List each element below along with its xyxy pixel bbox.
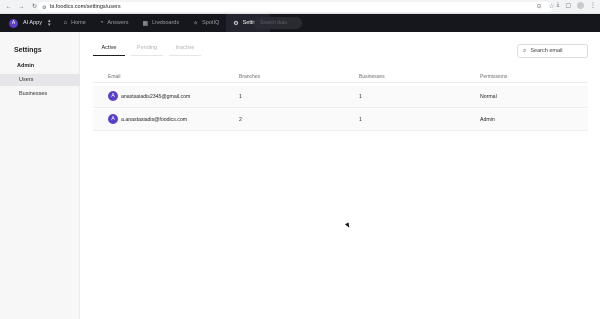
row-businesses: 1	[359, 94, 362, 100]
users-table-header: Email Branches Businesses Permissions	[93, 70, 588, 83]
row-email: a.anastasiadis@foodics.com	[121, 117, 188, 123]
avatar: A	[108, 91, 118, 101]
top-navigation: A AI Appy ▴ ▾ ⌂ Home ◔ Answers ▦ Liveboar…	[0, 14, 600, 32]
nav-home-label: Home	[71, 20, 86, 26]
table-row[interactable]: A anastasiadis2345@gmail.com 1 1 Normal	[93, 86, 588, 108]
nav-answers-label: Answers	[107, 20, 129, 26]
column-branches: Branches	[239, 74, 261, 80]
nav-liveboards-label: Liveboards	[152, 20, 180, 26]
url-text: bi.foodics.com/settings/users	[50, 4, 121, 10]
forward-icon[interactable]: →	[17, 2, 26, 11]
app-avatar: A	[9, 18, 18, 28]
sidebar-group-admin: Admin	[17, 63, 35, 69]
extensions-icon[interactable]: ▢	[565, 2, 571, 9]
sidebar-item-label: Businesses	[19, 91, 48, 97]
app-switcher[interactable]: A AI Appy ▴ ▾	[9, 18, 51, 28]
site-info-icon[interactable]: ⚙	[42, 5, 47, 11]
sidebar-title: Settings	[14, 47, 42, 54]
column-email: Email	[108, 74, 121, 80]
sparkle-icon: ✧	[193, 20, 199, 27]
address-bar[interactable]: ⚙ bi.foodics.com/settings/users	[38, 2, 553, 12]
row-businesses: 1	[359, 117, 362, 123]
browser-toolbar: ← → ↻ ⚙ bi.foodics.com/settings/users ⊙ …	[0, 0, 600, 14]
avatar: A	[108, 114, 118, 124]
row-branches: 1	[239, 94, 242, 100]
tab-inactive[interactable]: Inactive	[169, 45, 201, 56]
bookmark-star-icon[interactable]: ☆	[549, 3, 554, 10]
nav-home[interactable]: ⌂ Home	[56, 14, 92, 32]
home-icon: ⌂	[63, 20, 68, 26]
table-row[interactable]: A a.anastasiadis@foodics.com 2 1 Admin	[93, 109, 588, 131]
nav-liveboards[interactable]: ▦ Liveboards	[136, 14, 187, 32]
download-icon[interactable]: ⤓	[557, 2, 560, 9]
global-search-placeholder: Search data	[260, 20, 287, 26]
grid-icon: ▦	[142, 20, 149, 27]
tab-active[interactable]: Active	[93, 45, 125, 56]
column-businesses: Businesses	[359, 74, 385, 80]
sidebar-item-label: Users	[19, 77, 34, 83]
global-search-input[interactable]: Search data	[254, 17, 302, 29]
sidebar-item-businesses[interactable]: Businesses	[0, 88, 80, 100]
column-permissions: Permissions	[480, 74, 508, 80]
row-permissions: Admin	[480, 117, 495, 123]
gear-icon: ⚙	[233, 20, 239, 27]
status-tabs: Active Pending Inactive	[93, 45, 201, 56]
settings-sidebar: Settings Admin Users Businesses	[0, 32, 80, 319]
row-permissions: Normal	[480, 94, 497, 100]
mouse-cursor	[345, 222, 351, 229]
back-icon[interactable]: ←	[4, 2, 13, 11]
search-email-input[interactable]: ⌕ Search email	[517, 44, 588, 58]
row-branches: 2	[239, 117, 242, 123]
menu-kebab-icon[interactable]: ⋮	[590, 2, 596, 9]
extension-icon[interactable]: ⊙	[537, 3, 542, 10]
sidebar-item-users[interactable]: Users	[0, 74, 80, 86]
search-icon: ⌕	[523, 47, 527, 54]
tab-pending[interactable]: Pending	[131, 45, 163, 56]
nav-answers[interactable]: ◔ Answers	[93, 14, 136, 32]
chat-icon: ◔	[99, 20, 104, 26]
nav-spotiq[interactable]: ✧ SpotIQ	[186, 14, 226, 32]
app-name: AI Appy	[23, 20, 42, 26]
search-email-placeholder: Search email	[530, 48, 563, 54]
profile-avatar[interactable]	[577, 2, 584, 9]
nav-spotiq-label: SpotIQ	[202, 20, 220, 26]
chevron-updown-icon: ▴ ▾	[47, 18, 51, 28]
row-email: anastasiadis2345@gmail.com	[121, 94, 191, 100]
